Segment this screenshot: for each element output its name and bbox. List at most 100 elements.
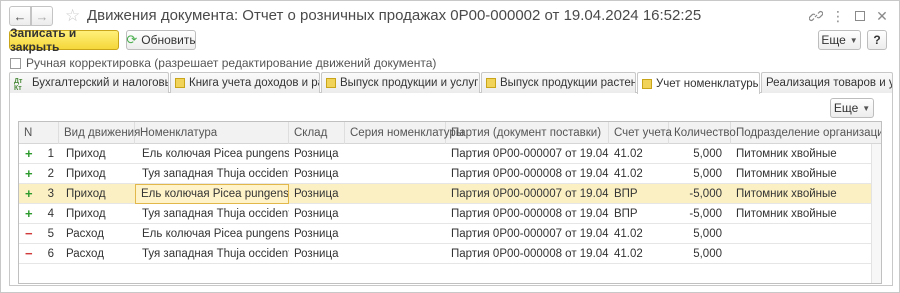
series	[345, 184, 446, 204]
account: 41.02	[614, 248, 643, 260]
help-button[interactable]: ?	[867, 30, 887, 50]
tab-nomenclature-accounting[interactable]: Учет номенклатуры (6)	[637, 72, 760, 94]
plus-icon: +	[25, 206, 33, 221]
quantity: -5,000	[689, 188, 722, 200]
quantity: 5,000	[693, 148, 722, 160]
table-row[interactable]: + 2 Приход Туя западная Thuja occidental…	[19, 164, 881, 184]
tab-income-book[interactable]: Книга учета доходов и расх...	[170, 72, 320, 93]
manual-edit-row[interactable]: Ручная корректировка (разрешает редактир…	[10, 56, 436, 70]
window-title: Движения документа: Отчет о розничных пр…	[87, 7, 702, 24]
division	[731, 244, 873, 264]
warehouse: Розница	[294, 228, 339, 240]
register-icon	[175, 78, 185, 88]
series	[345, 144, 446, 164]
refresh-icon: ⟳	[126, 32, 138, 47]
register-tabs: ДтКт Бухгалтерский и налоговый ... Книга…	[9, 72, 893, 94]
movement-kind: Расход	[66, 248, 104, 260]
tab-label: Реализация товаров и услуг	[766, 77, 892, 89]
movement-kind: Приход	[66, 148, 106, 160]
tab-label: Выпуск продукции и услуг в ...	[340, 77, 479, 89]
tab-label: Книга учета доходов и расх...	[189, 77, 319, 89]
batch: Партия 0Р00-000008 от 19.04.2024...	[451, 208, 609, 220]
tab-sales[interactable]: Реализация товаров и услуг	[761, 72, 893, 93]
row-number: 5	[47, 228, 54, 240]
account: 41.02	[614, 168, 643, 180]
movements-table[interactable]: N Вид движения Номенклатура Склад Серия …	[18, 121, 882, 284]
tab-accounting[interactable]: ДтКт Бухгалтерский и налоговый ...	[9, 72, 169, 93]
batch: Партия 0Р00-000007 от 19.04.2024...	[451, 148, 609, 160]
division: Питомник хвойные	[736, 148, 837, 160]
vertical-scrollbar[interactable]	[871, 144, 881, 283]
series	[345, 224, 446, 244]
refresh-button[interactable]: ⟳ Обновить	[126, 30, 196, 50]
column-header[interactable]: Количество	[669, 122, 736, 144]
column-header[interactable]: N	[19, 122, 59, 144]
tab-production-output[interactable]: Выпуск продукции и услуг в ...	[321, 72, 480, 93]
column-header[interactable]: Номенклатура	[135, 122, 289, 144]
series	[345, 244, 446, 264]
minus-icon: −	[25, 226, 33, 241]
batch: Партия 0Р00-000008 от 19.04.2024...	[451, 248, 609, 260]
column-header[interactable]: Вид движения	[59, 122, 140, 144]
table-row-selected[interactable]: + 3 Приход Ель колючая Picea pungens Ho.…	[19, 184, 881, 204]
plus-icon: +	[25, 186, 33, 201]
more-label: Еще	[833, 101, 859, 115]
back-button[interactable]: ←	[9, 6, 31, 26]
movement-kind: Приход	[66, 188, 106, 200]
close-icon[interactable]: ✕	[873, 7, 891, 25]
save-and-close-button[interactable]: Записать и закрыть	[9, 26, 119, 54]
more-vertical-icon[interactable]: ⋮	[829, 7, 847, 25]
arrow-right-icon: →	[35, 8, 49, 24]
nomenclature-focused-cell[interactable]: Ель колючая Picea pungens Ho...	[135, 184, 289, 204]
account: ВПР	[614, 208, 638, 220]
register-icon	[486, 78, 496, 88]
warehouse: Розница	[294, 248, 339, 260]
table-row[interactable]: − 5 Расход Ель колючая Picea pungens Ho.…	[19, 224, 881, 244]
minus-icon: −	[25, 246, 33, 261]
quantity: 5,000	[693, 248, 722, 260]
row-number: 4	[47, 208, 54, 220]
star-icon[interactable]: ☆	[65, 7, 80, 25]
table-row[interactable]: − 6 Расход Туя западная Thuja occidental…	[19, 244, 881, 264]
maximize-icon[interactable]	[851, 7, 869, 25]
movement-kind: Расход	[66, 228, 104, 240]
column-header[interactable]: Счет учета	[609, 122, 672, 144]
row-number: 1	[47, 148, 54, 160]
register-icon	[326, 78, 336, 88]
nomenclature: Ель колючая Picea pungens Ho...	[142, 228, 289, 240]
tab-label: Выпуск продукции растение...	[500, 77, 635, 89]
more-button[interactable]: Еще ▼	[818, 30, 861, 50]
movement-kind: Приход	[66, 208, 106, 220]
division: Питомник хвойные	[736, 168, 837, 180]
row-number: 2	[47, 168, 54, 180]
register-icon	[642, 78, 652, 89]
manual-edit-checkbox[interactable]	[10, 57, 21, 69]
table-row[interactable]: + 4 Приход Туя западная Thuja occidental…	[19, 204, 881, 224]
division: Питомник хвойные	[736, 208, 837, 220]
account: ВПР	[614, 188, 638, 200]
document-movements-window: ← → ☆ Движения документа: Отчет о рознич…	[0, 0, 900, 293]
warehouse: Розница	[294, 168, 339, 180]
table-more-button[interactable]: Еще ▼	[830, 98, 874, 118]
nomenclature: Туя западная Thuja occidentalis ...	[142, 248, 289, 260]
row-number: 3	[47, 188, 54, 200]
account: 41.02	[614, 228, 643, 240]
column-header[interactable]: Подразделение организации	[731, 122, 881, 144]
batch: Партия 0Р00-000007 от 19.04.2024...	[451, 188, 609, 200]
nomenclature: Туя западная Thuja occidentalis ...	[142, 208, 289, 220]
table-row[interactable]: + 1 Приход Ель колючая Picea pungens Ho.…	[19, 144, 881, 164]
forward-button[interactable]: →	[31, 6, 53, 26]
title-bar: ← → ☆ Движения документа: Отчет о рознич…	[1, 1, 899, 31]
quantity: 5,000	[693, 168, 722, 180]
movement-kind: Приход	[66, 168, 106, 180]
link-icon[interactable]	[807, 7, 825, 25]
batch: Партия 0Р00-000007 от 19.04.2024...	[451, 228, 609, 240]
column-header[interactable]: Серия номенклатуры	[345, 122, 464, 144]
nomenclature: Туя западная Thuja occidentalis ...	[142, 168, 289, 180]
plus-icon: +	[25, 166, 33, 181]
account: 41.02	[614, 148, 643, 160]
column-header[interactable]: Склад	[289, 122, 345, 144]
arrow-left-icon: ←	[13, 8, 27, 24]
tab-plant-output[interactable]: Выпуск продукции растение...	[481, 72, 636, 93]
column-header[interactable]: Партия (документ поставки)	[446, 122, 609, 144]
